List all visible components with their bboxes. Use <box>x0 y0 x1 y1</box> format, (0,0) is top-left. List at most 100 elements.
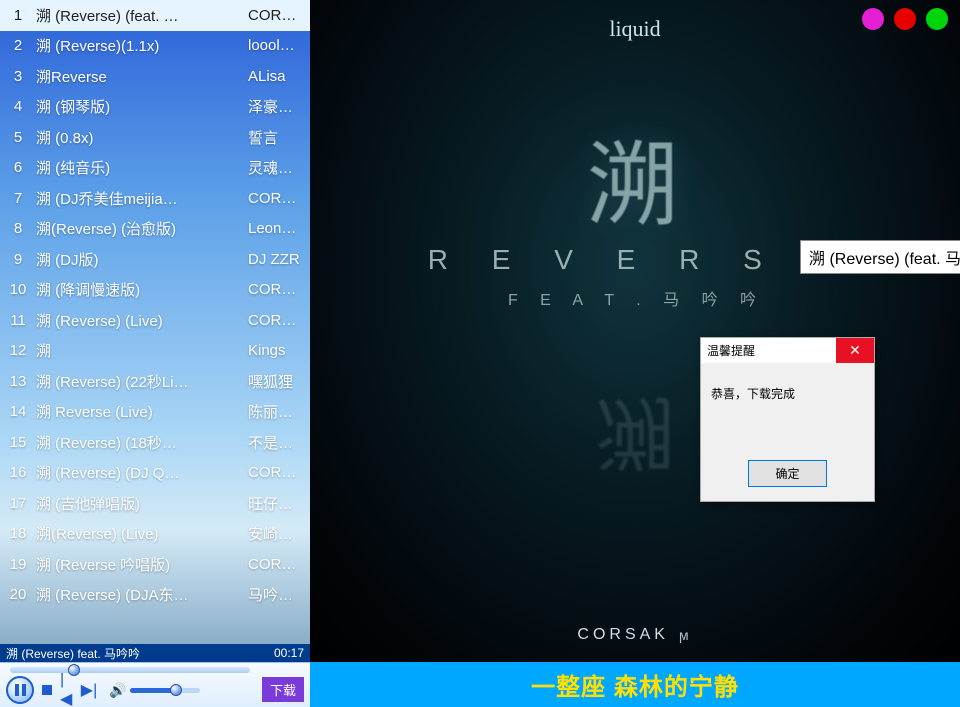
cover-feat: F E A T . 马 吟 吟 <box>310 286 960 310</box>
row-artist: loool… <box>244 37 306 54</box>
window-controls <box>862 8 948 30</box>
artist-logo: CORSAK ϻ <box>577 626 692 644</box>
row-artist: 誓言 <box>244 127 306 148</box>
playlist-row[interactable]: 16溯 (Reverse) (DJ Q…CORS… <box>0 458 310 489</box>
row-artist: 不是… <box>244 432 306 453</box>
row-number: 20 <box>4 586 32 603</box>
row-title: 溯 (Reverse) (Live) <box>32 310 244 331</box>
window-button-maximize[interactable] <box>926 8 948 30</box>
row-number: 8 <box>4 220 32 237</box>
row-number: 15 <box>4 434 32 451</box>
playlist-rows: 1溯 (Reverse) (feat. …CORS…2溯 (Reverse)(1… <box>0 0 310 662</box>
row-title: 溯 (DJ版) <box>32 249 244 270</box>
next-button[interactable]: ▶| <box>81 682 97 698</box>
next-icon: ▶| <box>81 680 97 700</box>
row-number: 18 <box>4 525 32 542</box>
prev-icon: |◀ <box>60 671 76 707</box>
seek-knob[interactable] <box>68 664 80 676</box>
playlist-row[interactable]: 8溯(Reverse) (治愈版)Leon… <box>0 214 310 245</box>
volume-icon[interactable]: 🔊 <box>109 682 126 699</box>
window-button-minimize[interactable] <box>862 8 884 30</box>
main-area: 1溯 (Reverse) (feat. …CORS…2溯 (Reverse)(1… <box>0 0 960 662</box>
row-number: 4 <box>4 98 32 115</box>
playlist-row[interactable]: 13溯 (Reverse) (22秒Li…嘿狐狸 <box>0 366 310 397</box>
row-title: 溯 (钢琴版) <box>32 96 244 117</box>
playlist-row[interactable]: 15溯 (Reverse) (18秒…不是… <box>0 427 310 458</box>
row-title: 溯 Reverse (Live) <box>32 401 244 422</box>
playlist-row[interactable]: 3溯ReverseALisa <box>0 61 310 92</box>
playlist-row[interactable]: 19溯 (Reverse 吟唱版)CORS… <box>0 549 310 580</box>
row-artist: 旺仔… <box>244 493 306 514</box>
row-artist: CORS… <box>244 7 306 24</box>
row-title: 溯 (吉他弹唱版) <box>32 493 244 514</box>
playlist-row[interactable]: 18溯(Reverse) (Live)安崎… <box>0 519 310 550</box>
pause-icon <box>15 684 26 696</box>
row-number: 10 <box>4 281 32 298</box>
row-title: 溯 (Reverse)(1.1x) <box>32 35 244 56</box>
row-artist: CORS… <box>244 281 306 298</box>
row-number: 2 <box>4 37 32 54</box>
row-artist: 马吟… <box>244 584 306 605</box>
now-playing-title: 溯 (Reverse) feat. 马吟吟 <box>6 645 266 662</box>
search: 搜索 <box>800 240 960 274</box>
cover-main-glyph: 溯 <box>310 140 960 232</box>
now-playing-bar: 溯 (Reverse) feat. 马吟吟 00:17 <box>0 644 310 662</box>
playlist-row[interactable]: 17溯 (吉他弹唱版)旺仔… <box>0 488 310 519</box>
row-title: 溯 (Reverse) (22秒Li… <box>32 371 244 392</box>
row-number: 3 <box>4 68 32 85</box>
row-title: 溯(Reverse) (Live) <box>32 523 244 544</box>
playlist-row[interactable]: 6溯 (纯音乐)灵魂… <box>0 153 310 184</box>
playlist-row[interactable]: 7溯 (DJ乔美佳meijia…CORS… <box>0 183 310 214</box>
playlist-row[interactable]: 2溯 (Reverse)(1.1x)loool… <box>0 31 310 62</box>
prev-button[interactable]: |◀ <box>60 682 76 698</box>
volume-bar[interactable] <box>130 688 200 693</box>
row-title: 溯 <box>32 340 244 361</box>
playlist-row[interactable]: 14溯 Reverse (Live)陈丽… <box>0 397 310 428</box>
playlist-row[interactable]: 1溯 (Reverse) (feat. …CORS… <box>0 0 310 31</box>
dialog-header: 温馨提醒 ✕ <box>701 338 874 363</box>
row-title: 溯 (DJ乔美佳meijia… <box>32 188 244 209</box>
dialog-ok-button[interactable]: 确定 <box>748 460 826 487</box>
row-number: 7 <box>4 190 32 207</box>
close-icon: ✕ <box>849 342 861 359</box>
window-button-close[interactable] <box>894 8 916 30</box>
row-number: 14 <box>4 403 32 420</box>
row-artist: CORS… <box>244 556 306 573</box>
row-title: 溯Reverse <box>32 66 244 87</box>
row-title: 溯 (纯音乐) <box>32 157 244 178</box>
playlist-row[interactable]: 10溯 (降调慢速版)CORS… <box>0 275 310 306</box>
row-number: 19 <box>4 556 32 573</box>
row-title: 溯 (0.8x) <box>32 127 244 148</box>
dialog-title: 温馨提醒 <box>707 342 755 359</box>
dialog-close-button[interactable]: ✕ <box>836 338 874 363</box>
playlist-row[interactable]: 11溯 (Reverse) (Live)CORS… <box>0 305 310 336</box>
row-number: 11 <box>4 312 32 329</box>
playlist-row[interactable]: 20溯 (Reverse) (DJA东…马吟… <box>0 580 310 611</box>
row-title: 溯(Reverse) (治愈版) <box>32 218 244 239</box>
download-button[interactable]: 下载 <box>262 677 304 702</box>
playlist-row[interactable]: 12溯Kings <box>0 336 310 367</box>
stage-area: liquid 溯 R E V E R S E F E A T . 马 吟 吟 溯… <box>310 0 960 662</box>
cover-titles: 溯 R E V E R S E F E A T . 马 吟 吟 <box>310 140 960 310</box>
lyric-line: 一整座 森林的宁静 <box>310 662 960 707</box>
playlist-row[interactable]: 5溯 (0.8x)誓言 <box>0 122 310 153</box>
row-artist: 陈丽… <box>244 401 306 422</box>
row-artist: 灵魂… <box>244 157 306 178</box>
seek-bar[interactable] <box>10 667 250 673</box>
play-pause-button[interactable] <box>6 676 34 704</box>
row-artist: ALisa <box>244 68 306 85</box>
row-artist: 嘿狐狸 <box>244 371 306 392</box>
row-title: 溯 (Reverse) (feat. … <box>32 5 244 26</box>
row-title: 溯 (Reverse) (DJ Q… <box>32 462 244 483</box>
playlist-row[interactable]: 4溯 (钢琴版)泽豪… <box>0 92 310 123</box>
player-controls-panel: |◀ ▶| 🔊 下载 <box>0 662 310 707</box>
search-input[interactable] <box>800 240 960 274</box>
now-playing-time: 00:17 <box>266 646 304 660</box>
row-artist: Kings <box>244 342 306 359</box>
row-number: 5 <box>4 129 32 146</box>
playlist-row[interactable]: 9溯 (DJ版)DJ ZZR <box>0 244 310 275</box>
stop-button[interactable] <box>39 682 55 698</box>
stop-icon <box>42 685 52 695</box>
volume-knob[interactable] <box>170 684 182 696</box>
row-number: 16 <box>4 464 32 481</box>
